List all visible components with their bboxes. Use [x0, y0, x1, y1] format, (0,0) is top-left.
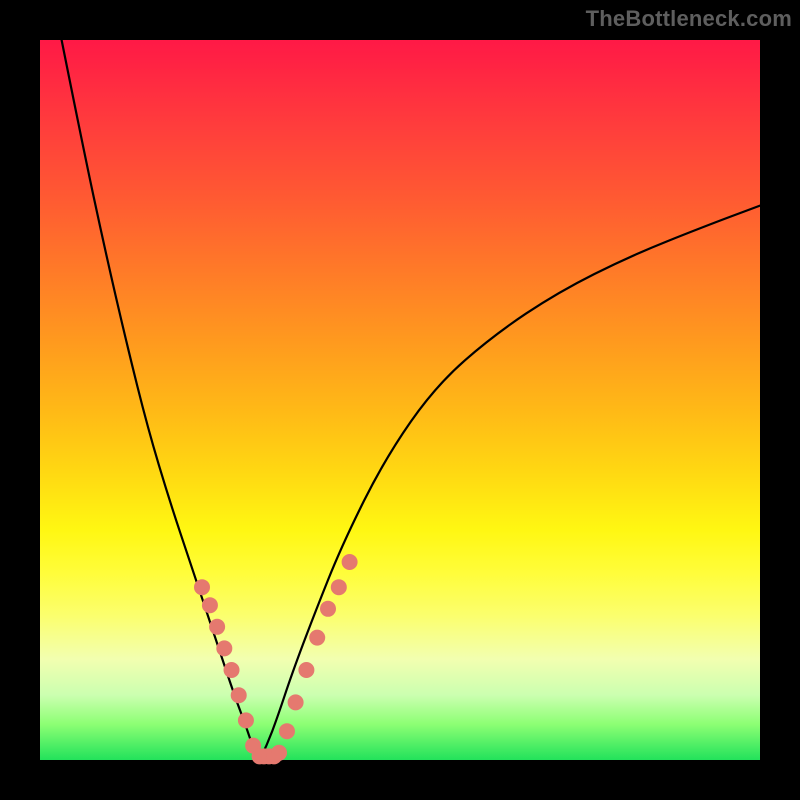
sample-point: [238, 712, 254, 728]
sample-point: [342, 554, 358, 570]
marker-layer: [194, 554, 358, 764]
chart-frame: TheBottleneck.com: [0, 0, 800, 800]
curve-layer: [62, 40, 760, 760]
sample-point: [209, 619, 225, 635]
sample-point: [194, 579, 210, 595]
sample-point: [271, 745, 287, 761]
sample-point: [309, 630, 325, 646]
right-branch-curve: [260, 206, 760, 760]
sample-point: [298, 662, 314, 678]
sample-point: [331, 579, 347, 595]
watermark-text: TheBottleneck.com: [586, 6, 792, 32]
plot-area: [40, 40, 760, 760]
sample-point: [231, 687, 247, 703]
sample-point: [202, 597, 218, 613]
chart-svg: [40, 40, 760, 760]
sample-point: [320, 601, 336, 617]
sample-point: [288, 694, 304, 710]
sample-point: [216, 640, 232, 656]
sample-point: [279, 723, 295, 739]
sample-point: [224, 662, 240, 678]
